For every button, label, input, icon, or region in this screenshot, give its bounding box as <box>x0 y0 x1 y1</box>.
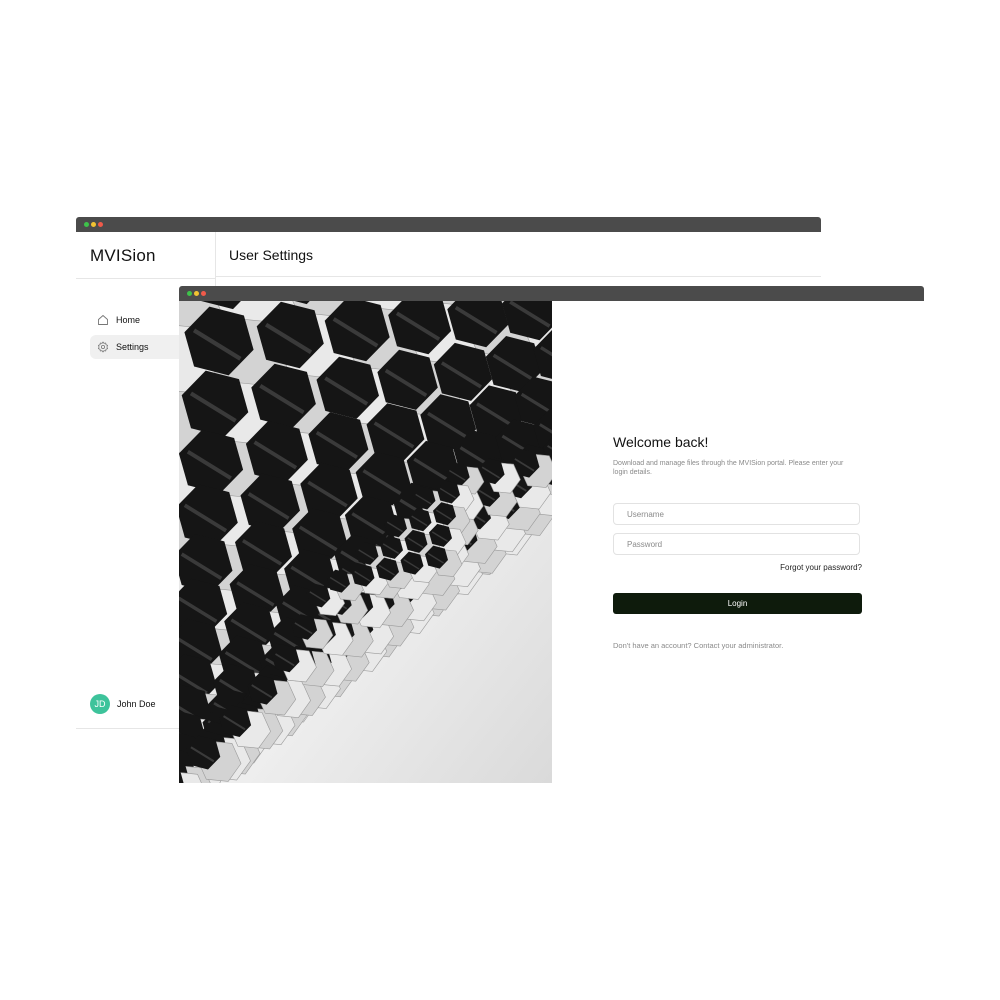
login-form: Welcome back! Download and manage files … <box>613 434 862 650</box>
window-close-button[interactable] <box>201 291 206 296</box>
password-field[interactable] <box>613 533 860 555</box>
signup-note: Don't have an account? Contact your admi… <box>613 641 784 650</box>
app-logo: MVISion <box>90 246 156 265</box>
window-minimize-button[interactable] <box>194 291 199 296</box>
hexagon-pattern-photo <box>179 301 552 783</box>
window-maximize-button[interactable] <box>84 222 89 227</box>
page-title: User Settings <box>229 247 314 263</box>
window-maximize-button[interactable] <box>187 291 192 296</box>
username-input[interactable] <box>614 504 859 525</box>
sidebar-item-label: Home <box>116 315 141 325</box>
sidebar-item-label: Settings <box>116 342 149 352</box>
window-minimize-button[interactable] <box>91 222 96 227</box>
gear-icon <box>96 340 110 354</box>
login-heading: Welcome back! <box>613 434 709 450</box>
login-description: Download and manage files through the MV… <box>613 460 844 476</box>
login-window: Welcome back! Download and manage files … <box>179 286 924 783</box>
password-input[interactable] <box>614 534 859 555</box>
forgot-password-link[interactable]: Forgot your password? <box>780 563 862 572</box>
username-field[interactable] <box>613 503 860 525</box>
window-close-button[interactable] <box>98 222 103 227</box>
window-titlebar[interactable] <box>76 217 821 232</box>
header-divider <box>216 276 821 277</box>
avatar: JD <box>90 694 110 714</box>
window-titlebar[interactable] <box>179 286 924 301</box>
user-profile[interactable]: JD John Doe <box>90 694 156 714</box>
sidebar-divider <box>76 278 215 279</box>
login-button[interactable]: Login <box>613 593 862 614</box>
home-icon <box>96 313 110 327</box>
user-name: John Doe <box>117 699 156 709</box>
